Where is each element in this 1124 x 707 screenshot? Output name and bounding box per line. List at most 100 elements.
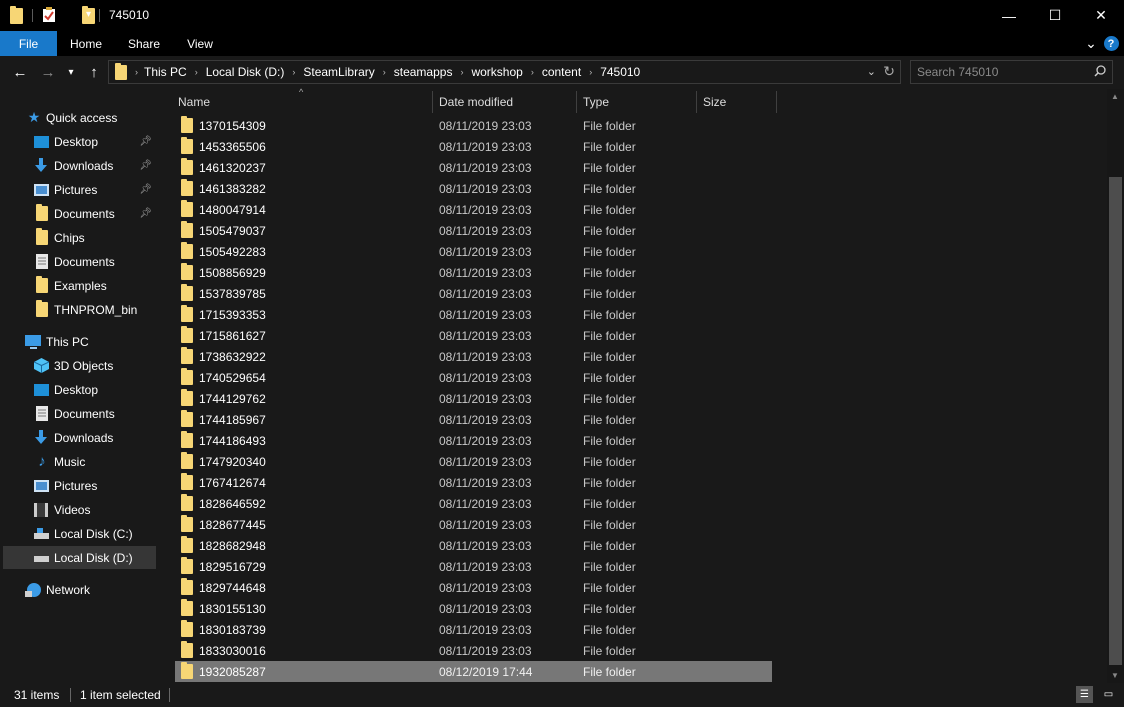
nav-this-pc[interactable]: This PC xyxy=(3,330,156,353)
chevron-right-icon[interactable]: › xyxy=(531,67,534,77)
nav-pc-pictures[interactable]: Pictures xyxy=(3,474,156,497)
nav-qa-downloads[interactable]: Downloads 📌︎ xyxy=(3,154,156,177)
nav-qa-desktop[interactable]: Desktop 📌︎ xyxy=(3,130,156,153)
table-row[interactable]: 1767412674 08/11/2019 23:03 File folder xyxy=(175,472,772,493)
chevron-right-icon[interactable]: › xyxy=(589,67,592,77)
table-row[interactable]: 1740529654 08/11/2019 23:03 File folder xyxy=(175,367,772,388)
properties-icon[interactable] xyxy=(42,7,56,26)
customize-toolbar-icon[interactable]: ▾ xyxy=(86,9,91,20)
address-history-icon[interactable]: ⌄ xyxy=(867,65,876,78)
table-row[interactable]: 1747920340 08/11/2019 23:03 File folder xyxy=(175,451,772,472)
nav-local-disk-d[interactable]: Local Disk (D:) xyxy=(3,546,156,569)
table-row[interactable]: 1508856929 08/11/2019 23:03 File folder xyxy=(175,262,772,283)
back-button[interactable]: ← xyxy=(10,62,30,82)
table-row[interactable]: 1744129762 08/11/2019 23:03 File folder xyxy=(175,388,772,409)
refresh-icon[interactable]: ↻ xyxy=(883,63,895,80)
vertical-scrollbar[interactable]: ▲ ▼ xyxy=(1107,89,1124,683)
search-input[interactable] xyxy=(917,65,1087,79)
column-name[interactable]: Name xyxy=(178,95,210,109)
table-row[interactable]: 1828682948 08/11/2019 23:03 File folder xyxy=(175,535,772,556)
up-button[interactable]: ↑ xyxy=(84,62,104,82)
nav-qa-thnprom-bin[interactable]: THNPROM_bin xyxy=(3,298,156,321)
table-row[interactable]: 1744185967 08/11/2019 23:03 File folder xyxy=(175,409,772,430)
breadcrumb-content[interactable]: content xyxy=(542,65,581,79)
close-button[interactable]: ✕ xyxy=(1078,0,1124,31)
tab-share[interactable]: Share xyxy=(118,31,170,56)
search-icon[interactable] xyxy=(1094,65,1106,80)
nav-pc-downloads[interactable]: Downloads xyxy=(3,426,156,449)
column-type[interactable]: Type xyxy=(583,95,609,109)
chevron-right-icon[interactable]: › xyxy=(195,67,198,77)
nav-pc-videos[interactable]: Videos xyxy=(3,498,156,521)
scroll-down-icon[interactable]: ▼ xyxy=(1111,671,1119,680)
table-row[interactable]: 1537839785 08/11/2019 23:03 File folder xyxy=(175,283,772,304)
table-row[interactable]: 1830155130 08/11/2019 23:03 File folder xyxy=(175,598,772,619)
breadcrumb-workshop[interactable]: workshop xyxy=(471,65,522,79)
column-size[interactable]: Size xyxy=(703,95,726,109)
chevron-right-icon[interactable]: › xyxy=(292,67,295,77)
chevron-right-icon[interactable]: › xyxy=(135,67,138,77)
pin-icon[interactable]: 📌︎ xyxy=(139,160,152,171)
nav-pc-music[interactable]: ♪ Music xyxy=(3,450,156,473)
breadcrumb-local-disk-d[interactable]: Local Disk (D:) xyxy=(206,65,285,79)
table-row[interactable]: 1828677445 08/11/2019 23:03 File folder xyxy=(175,514,772,535)
breadcrumb-steamlibrary[interactable]: SteamLibrary xyxy=(303,65,374,79)
table-row[interactable]: 1453365506 08/11/2019 23:03 File folder xyxy=(175,136,772,157)
breadcrumb-745010[interactable]: 745010 xyxy=(600,65,640,79)
column-divider[interactable] xyxy=(576,91,577,113)
large-icons-view-button[interactable]: ▭ xyxy=(1100,686,1117,703)
tab-view[interactable]: View xyxy=(176,31,224,56)
recent-locations-button[interactable]: ▾ xyxy=(64,62,78,82)
tab-file[interactable]: File xyxy=(0,31,57,56)
nav-qa-documents[interactable]: Documents 📌︎ xyxy=(3,202,156,225)
nav-pc-documents[interactable]: Documents xyxy=(3,402,156,425)
address-bar[interactable]: › This PC › Local Disk (D:) › SteamLibra… xyxy=(108,60,901,84)
table-row[interactable]: 1830183739 08/11/2019 23:03 File folder xyxy=(175,619,772,640)
breadcrumb-this-pc[interactable]: This PC xyxy=(144,65,187,79)
minimize-button[interactable]: — xyxy=(986,0,1032,31)
table-row[interactable]: 1370154309 08/11/2019 23:03 File folder xyxy=(175,115,772,136)
table-row[interactable]: 1505492283 08/11/2019 23:03 File folder xyxy=(175,241,772,262)
table-row[interactable]: 1829744648 08/11/2019 23:03 File folder xyxy=(175,577,772,598)
scrollbar-thumb[interactable] xyxy=(1109,177,1122,665)
search-box[interactable] xyxy=(910,60,1113,84)
chevron-right-icon[interactable]: › xyxy=(460,67,463,77)
nav-qa-chips[interactable]: Chips xyxy=(3,226,156,249)
pin-icon[interactable]: 📌︎ xyxy=(139,184,152,195)
table-row[interactable]: 1744186493 08/11/2019 23:03 File folder xyxy=(175,430,772,451)
table-row[interactable]: 1715861627 08/11/2019 23:03 File folder xyxy=(175,325,772,346)
help-button[interactable]: ? xyxy=(1103,31,1119,56)
table-row[interactable]: 1461320237 08/11/2019 23:03 File folder xyxy=(175,157,772,178)
nav-network[interactable]: Network xyxy=(3,578,156,601)
expand-ribbon-icon[interactable]: ⌄ xyxy=(1082,31,1100,56)
nav-local-disk-c[interactable]: Local Disk (C:) xyxy=(3,522,156,545)
table-row[interactable]: 1833030016 08/11/2019 23:03 File folder xyxy=(175,640,772,661)
table-row[interactable]: 1932085287 08/12/2019 17:44 File folder xyxy=(175,661,772,682)
nav-qa-pictures[interactable]: Pictures 📌︎ xyxy=(3,178,156,201)
nav-quick-access[interactable]: ★ Quick access xyxy=(3,106,156,129)
chevron-right-icon[interactable]: › xyxy=(383,67,386,77)
nav-qa-examples[interactable]: Examples xyxy=(3,274,156,297)
table-row[interactable]: 1738632922 08/11/2019 23:03 File folder xyxy=(175,346,772,367)
scroll-up-icon[interactable]: ▲ xyxy=(1111,92,1119,101)
folder-icon[interactable] xyxy=(10,6,23,24)
pin-icon[interactable]: 📌︎ xyxy=(139,136,152,147)
table-row[interactable]: 1505479037 08/11/2019 23:03 File folder xyxy=(175,220,772,241)
breadcrumb-steamapps[interactable]: steamapps xyxy=(394,65,453,79)
table-row[interactable]: 1829516729 08/11/2019 23:03 File folder xyxy=(175,556,772,577)
column-divider[interactable] xyxy=(432,91,433,113)
details-view-button[interactable]: ☰ xyxy=(1076,686,1093,703)
table-row[interactable]: 1715393353 08/11/2019 23:03 File folder xyxy=(175,304,772,325)
table-row[interactable]: 1828646592 08/11/2019 23:03 File folder xyxy=(175,493,772,514)
column-date-modified[interactable]: Date modified xyxy=(439,95,513,109)
column-divider[interactable] xyxy=(776,91,777,113)
table-row[interactable]: 1461383282 08/11/2019 23:03 File folder xyxy=(175,178,772,199)
tab-home[interactable]: Home xyxy=(60,31,112,56)
pin-icon[interactable]: 📌︎ xyxy=(139,208,152,219)
nav-3d-objects[interactable]: 3D Objects xyxy=(3,354,156,377)
nav-pc-desktop[interactable]: Desktop xyxy=(3,378,156,401)
maximize-button[interactable]: ☐ xyxy=(1032,0,1078,31)
forward-button[interactable]: → xyxy=(38,62,58,82)
column-divider[interactable] xyxy=(696,91,697,113)
table-row[interactable]: 1480047914 08/11/2019 23:03 File folder xyxy=(175,199,772,220)
